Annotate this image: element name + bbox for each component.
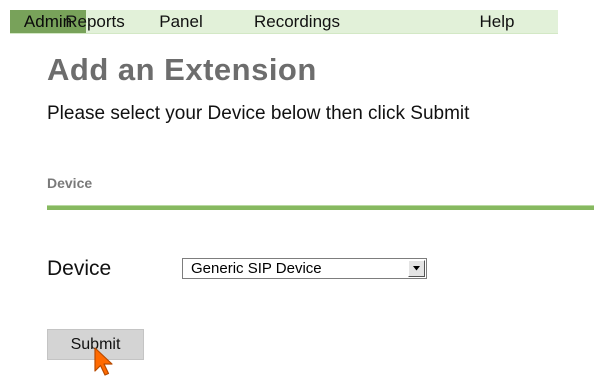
top-menu-bar: Admin Reports Panel Recordings Help	[10, 10, 558, 34]
submit-button[interactable]: Submit	[47, 329, 144, 360]
tab-help[interactable]: Help	[467, 10, 527, 33]
tab-panel[interactable]: Panel	[146, 10, 216, 33]
instructions-text: Please select your Device below then cli…	[47, 103, 470, 124]
tab-reports[interactable]: Reports	[51, 10, 139, 33]
chevron-down-icon	[413, 266, 420, 271]
page-title: Add an Extension	[47, 52, 317, 87]
tab-recordings[interactable]: Recordings	[232, 10, 362, 33]
section-divider	[47, 205, 594, 210]
device-select-value: Generic SIP Device	[191, 260, 322, 277]
device-select[interactable]: Generic SIP Device	[182, 258, 427, 279]
device-field-label: Device	[47, 257, 112, 280]
section-label-device: Device	[47, 175, 93, 191]
select-dropdown-button[interactable]	[408, 260, 425, 277]
